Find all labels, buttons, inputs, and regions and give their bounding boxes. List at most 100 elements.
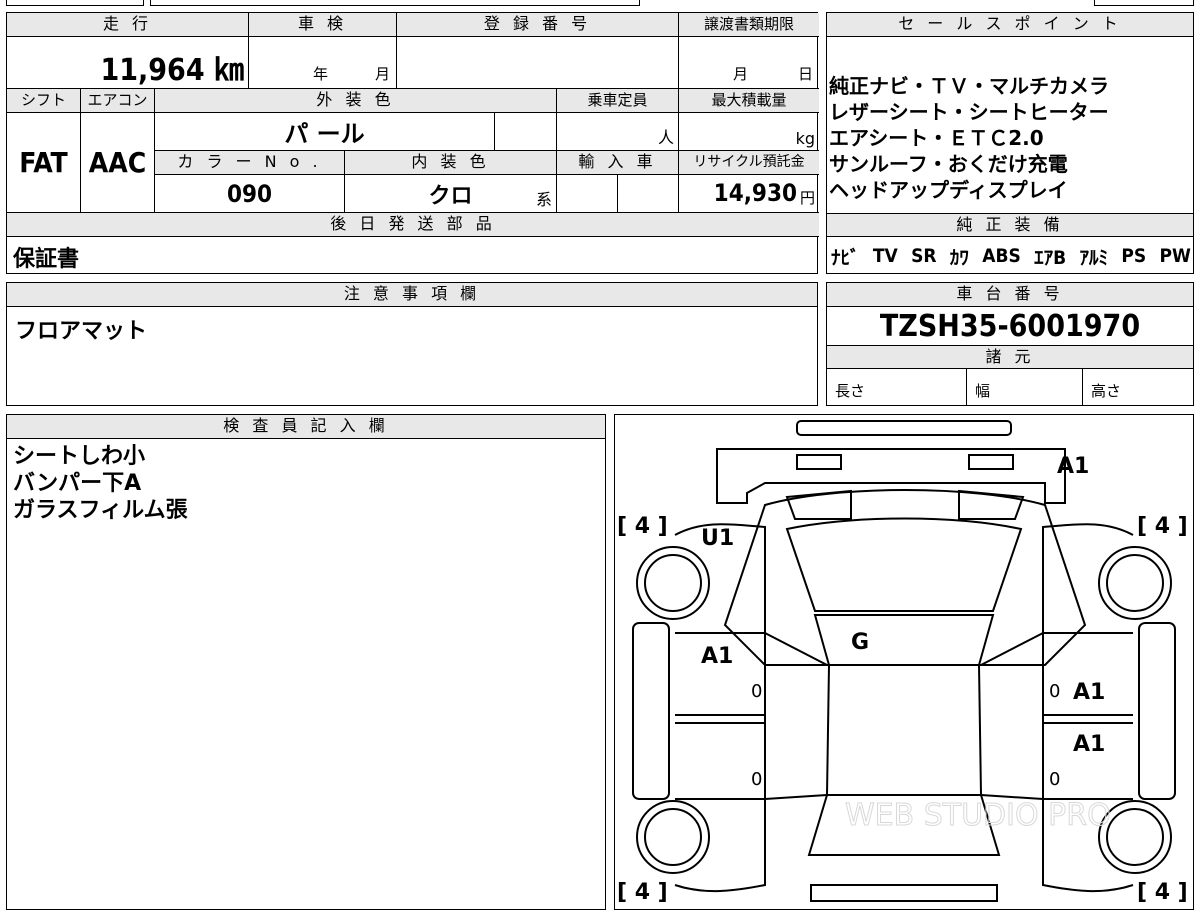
- recycle-unit: 円: [799, 189, 815, 207]
- top-strip: [0, 0, 1200, 8]
- sales-point-box: セ ー ル ス ポ イ ン ト 純正ナビ・ＴＶ・マルチカメラ レザーシート・シー…: [826, 12, 1194, 274]
- inspector-line: ガラスフィルム張: [13, 498, 188, 523]
- shaken-cell: 年 月: [249, 37, 397, 89]
- mileage-value: 11,964 ㎞: [100, 53, 244, 88]
- spec-height: 高さ: [1091, 382, 1122, 400]
- shaken-year: 年: [313, 65, 329, 83]
- aircon-value: AAC: [88, 146, 147, 179]
- specs-row: 長さ 幅 高さ: [827, 369, 1193, 405]
- sales-point-line: エアシート・ＥＴＣ2.0: [829, 126, 1044, 150]
- exterior-extra-cell: [495, 113, 557, 151]
- chassis-box: 車 台 番 号 TZSH35-6001970 諸 元 長さ 幅 高さ: [826, 282, 1194, 406]
- damage-diagram: [ 4 ] [ 4 ] [ 4 ] [ 4 ] A1 U1 G A1 A1 A1…: [614, 414, 1194, 910]
- zero-left-front: 0: [751, 681, 762, 702]
- mark-windshield: G: [851, 630, 869, 655]
- deadline-day: 日: [797, 65, 813, 83]
- equipment-item: ﾅﾋﾞ: [831, 246, 860, 269]
- sales-point-list: 純正ナビ・ＴＶ・マルチカメラ レザーシート・シートヒーター エアシート・ＥＴＣ2…: [829, 73, 1191, 203]
- mileage-cell: 11,964 ㎞: [7, 37, 249, 89]
- mark-front-left-fender: U1: [701, 526, 734, 551]
- recycle-value: 14,930: [713, 179, 797, 207]
- sales-point-line: 純正ナビ・ＴＶ・マルチカメラ: [829, 74, 1109, 98]
- inspector-line: バンパー下A: [13, 471, 142, 496]
- later-parts-cell: 保証書: [7, 237, 817, 273]
- chassis-cell: TZSH35-6001970: [827, 307, 1193, 345]
- interior-suffix: 系: [535, 190, 552, 209]
- chassis-value: TZSH35-6001970: [879, 308, 1141, 344]
- mark-right-front-door: A1: [1073, 680, 1105, 705]
- registration-header: 登 録 番 号: [397, 13, 679, 37]
- mark-right-rear-door: A1: [1073, 732, 1105, 757]
- later-parts-value: 保証書: [13, 247, 80, 272]
- max-load-cell: kg: [679, 113, 819, 151]
- interior-color-header: 内 装 色: [345, 151, 557, 175]
- import-cell-a: [557, 175, 618, 213]
- zero-right-rear: 0: [1049, 769, 1060, 790]
- recycle-header: リサイクル預託金: [679, 151, 819, 175]
- later-parts-header: 後 日 発 送 部 品: [7, 213, 819, 237]
- exterior-color-value: パ ール: [284, 120, 365, 148]
- capacity-header: 乗車定員: [557, 89, 679, 113]
- equipment-item: PW: [1159, 245, 1191, 267]
- genuine-equipment-header: 純 正 装 備: [827, 213, 1193, 237]
- car-outline-diagram: [ 4 ] [ 4 ] [ 4 ] [ 4 ] A1 U1 G A1 A1 A1…: [617, 420, 1188, 905]
- equipment-item: TV: [872, 245, 898, 267]
- shaken-month: 月: [374, 65, 390, 83]
- sales-point-line: レザーシート・シートヒーター: [829, 100, 1109, 124]
- tire-rear-left: [ 4 ]: [617, 880, 668, 905]
- exterior-color-cell: パ ール: [155, 113, 495, 151]
- deadline-cell: 月 日: [679, 37, 819, 89]
- zero-right-front: 0: [1049, 681, 1060, 702]
- tire-rear-right: [ 4 ]: [1137, 880, 1188, 905]
- mark-front-bumper: A1: [1057, 454, 1089, 479]
- zero-left-rear: 0: [751, 769, 762, 790]
- max-load-header: 最大積載量: [679, 89, 819, 113]
- sales-point-line: ヘッドアップディスプレイ: [829, 178, 1068, 202]
- notes-header: 注 意 事 項 欄: [7, 283, 817, 307]
- recycle-cell: 14,930 円: [679, 175, 819, 213]
- shift-header: シフト: [7, 89, 81, 113]
- shift-cell: FAT: [7, 113, 81, 213]
- equipment-row: ﾅﾋﾞ TV SR ｶﾜ ABS ｴｱB ｱﾙﾐ PS PW: [831, 241, 1191, 271]
- color-no-cell: 090: [155, 175, 345, 213]
- registration-cell: [397, 37, 679, 89]
- aircon-cell: AAC: [81, 113, 155, 213]
- equipment-item: ｴｱB: [1034, 246, 1067, 269]
- load-unit: kg: [795, 129, 815, 148]
- spec-length: 長さ: [835, 382, 866, 400]
- equipment-item: ｶﾜ: [949, 246, 969, 269]
- equipment-item: ｱﾙﾐ: [1079, 246, 1109, 269]
- tire-front-right: [ 4 ]: [1137, 514, 1188, 539]
- color-no-header: カ ラ ー N o .: [155, 151, 345, 175]
- watermark: WEB STUDIO PRO: [845, 798, 1111, 833]
- notes-box: 注 意 事 項 欄 フロアマット: [6, 282, 818, 406]
- interior-color-value: クロ: [428, 183, 473, 209]
- equipment-item: SR: [911, 245, 937, 267]
- mileage-header: 走 行: [7, 13, 249, 37]
- spec-length-cell: 長さ: [827, 369, 967, 405]
- shaken-header: 車 検: [249, 13, 397, 37]
- aircon-header: エアコン: [81, 89, 155, 113]
- exterior-color-header: 外 装 色: [155, 89, 557, 113]
- vehicle-info-table: 走 行 車 検 登 録 番 号 譲渡書類期限 11,964 ㎞ 年 月 月 日 …: [6, 12, 819, 274]
- mark-left-front-door: A1: [701, 644, 733, 669]
- chassis-header: 車 台 番 号: [827, 283, 1193, 307]
- inspector-header: 検 査 員 記 入 欄: [7, 415, 605, 439]
- interior-color-cell: クロ 系: [345, 175, 557, 213]
- import-header: 輸 入 車: [557, 151, 679, 175]
- equipment-item: ABS: [982, 245, 1021, 267]
- spec-height-cell: 高さ: [1083, 369, 1193, 405]
- sales-point-header: セ ー ル ス ポ イ ン ト: [827, 13, 1193, 37]
- shift-value: FAT: [19, 146, 68, 179]
- inspector-line: シートしわ小: [13, 444, 146, 469]
- spec-width: 幅: [975, 382, 991, 400]
- inspector-box: 検 査 員 記 入 欄 シートしわ小 バンパー下A ガラスフィルム張: [6, 414, 606, 910]
- deadline-month: 月: [733, 65, 749, 83]
- tire-front-left: [ 4 ]: [617, 514, 668, 539]
- sales-point-line: サンルーフ・おくだけ充電: [829, 152, 1068, 176]
- notes-value: フロアマット: [15, 319, 148, 344]
- spec-width-cell: 幅: [967, 369, 1083, 405]
- inspector-lines: シートしわ小 バンパー下A ガラスフィルム張: [13, 443, 188, 524]
- capacity-cell: 人: [557, 113, 679, 151]
- import-cell-b: [618, 175, 679, 213]
